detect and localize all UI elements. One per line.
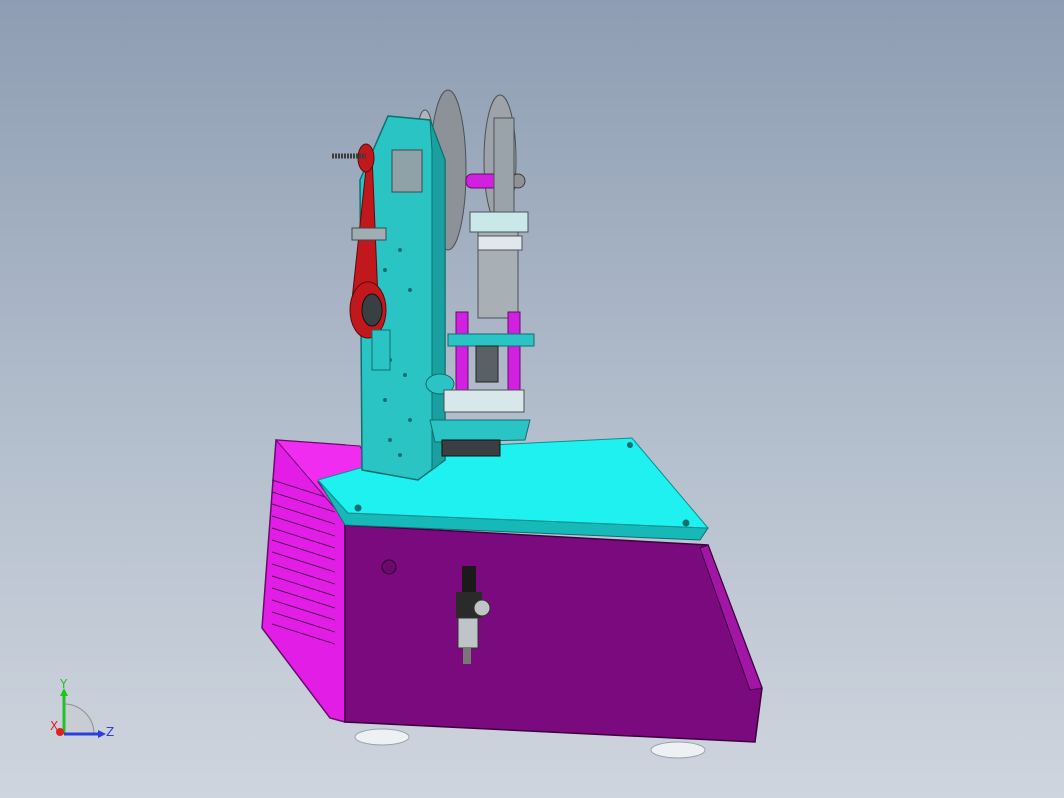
housing-front-panel <box>344 524 763 743</box>
front-left-foot <box>354 728 410 746</box>
z-axis-arrowhead <box>98 730 106 738</box>
z-axis-label: Z <box>106 725 114 739</box>
plate-screw-right <box>682 519 690 527</box>
air-regulator-knob <box>462 566 476 592</box>
tensioner-bracket <box>351 227 387 241</box>
guide-rod-left <box>455 311 469 403</box>
x-axis-label: X <box>50 719 58 733</box>
cad-viewport[interactable]: Y X Z <box>0 0 1064 798</box>
plate-screw-left <box>354 504 362 512</box>
front-button <box>381 559 397 575</box>
fixture-base <box>441 439 501 457</box>
orientation-triad[interactable]: Y X Z <box>44 676 124 746</box>
plate-screw-back <box>627 442 633 448</box>
motor-mount <box>371 329 391 371</box>
triad-quadrant <box>63 703 95 735</box>
guide-plate <box>447 333 535 347</box>
air-regulator-bowl <box>457 617 479 649</box>
air-regulator-gauge <box>473 599 491 617</box>
air-cylinder-body <box>477 217 519 319</box>
guide-rod-right <box>507 311 521 403</box>
air-regulator-drain <box>463 648 471 664</box>
frame-edge <box>429 119 446 472</box>
machine-model[interactable] <box>0 0 1064 798</box>
cylinder-clamp <box>477 235 523 251</box>
front-right-foot <box>650 741 706 759</box>
air-cylinder-rod <box>493 117 515 219</box>
work-fixture <box>429 419 531 443</box>
bottom-pulley-hub <box>361 293 383 327</box>
upper-shaft-block <box>391 149 423 193</box>
y-axis-label: Y <box>59 677 68 691</box>
fixture-holder <box>443 389 525 413</box>
cylinder-mount <box>469 211 529 233</box>
press-head <box>475 345 499 383</box>
